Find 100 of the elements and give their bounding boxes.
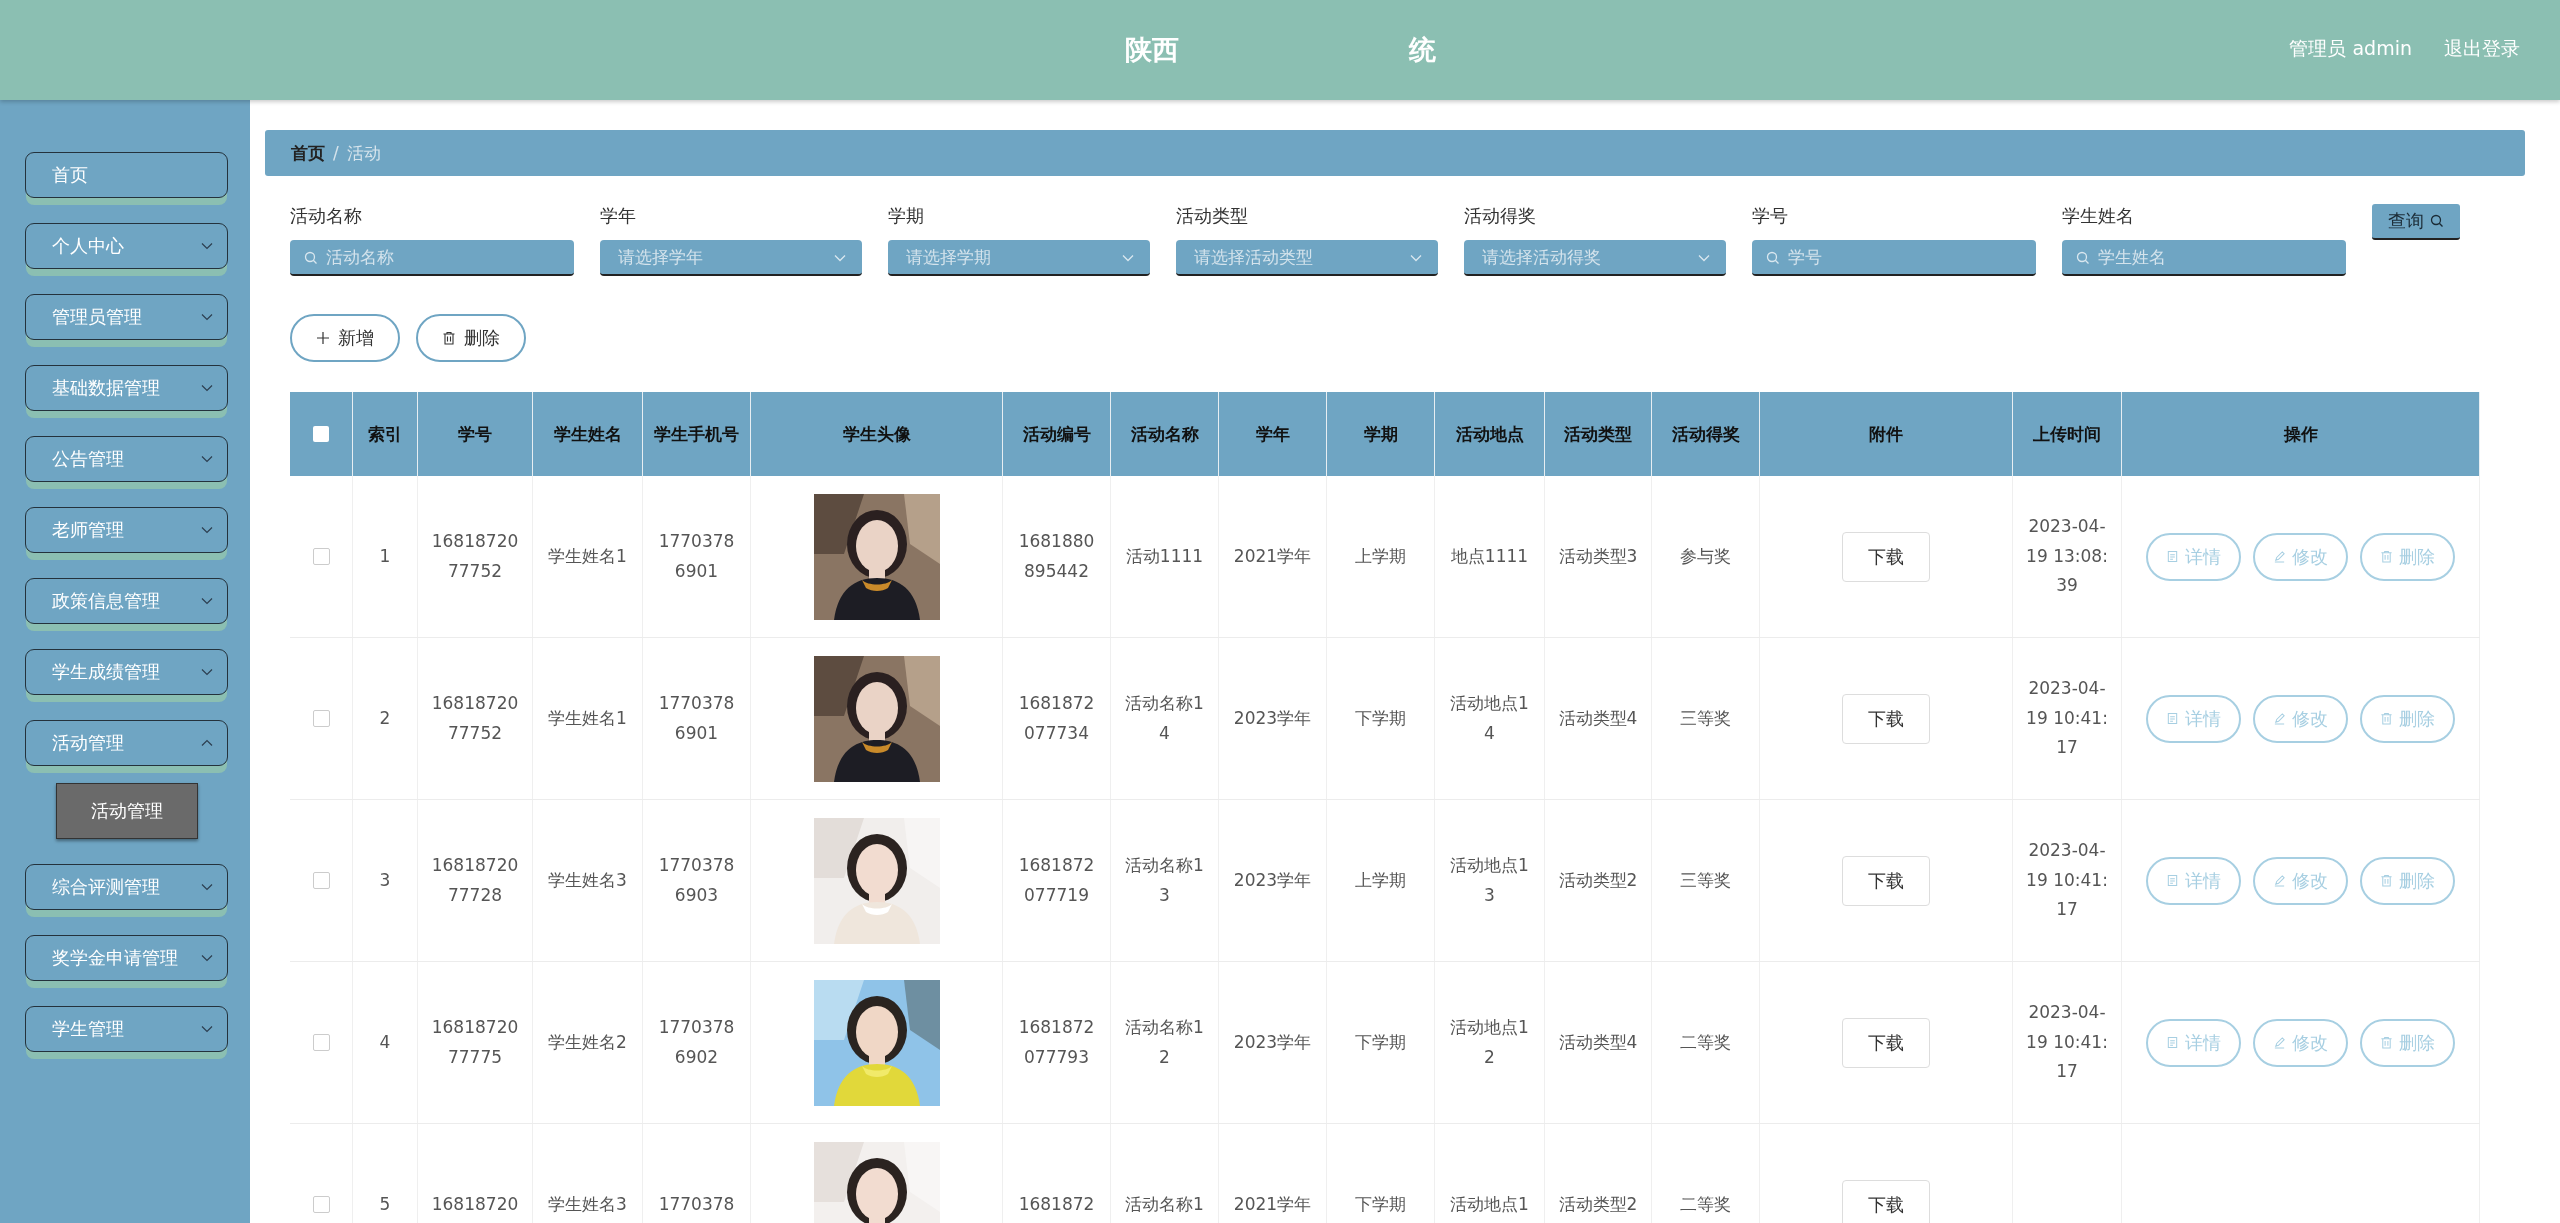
school-year-cell-text: 2023学年 <box>1233 1030 1312 1054</box>
edit-button[interactable]: 修改 <box>2253 532 2348 581</box>
semester-cell-text: 上学期 <box>1355 544 1406 568</box>
activity-name-cell-text: 活动名称14 <box>1124 691 1205 745</box>
column-header: 活动得奖 <box>1671 422 1740 446</box>
column-header: 学期 <box>1363 422 1398 446</box>
column-header: 活动地点 <box>1455 422 1524 446</box>
activity-id-cell-text: 1681872 <box>1018 1192 1095 1216</box>
filter-label: 学年 <box>600 204 637 228</box>
award-cell-text: 三等奖 <box>1680 706 1731 730</box>
column-header: 索引 <box>368 422 402 446</box>
delete-button[interactable]: 删除 <box>2360 694 2455 743</box>
select-field[interactable]: 请选择学年 <box>600 240 862 276</box>
search-button[interactable]: 查询 <box>2372 204 2460 240</box>
upload-time-cell-text: 2023-04-19 13:08:39 <box>2025 514 2109 598</box>
semester-cell-text: 下学期 <box>1355 1192 1406 1216</box>
student-id-cell-text: 1681872077775 <box>430 1015 520 1069</box>
school-year-cell-text: 2023学年 <box>1233 868 1312 892</box>
student-name-cell-text: 学生姓名1 <box>548 544 627 568</box>
select-field[interactable]: 请选择活动类型 <box>1176 240 1438 276</box>
download-button[interactable]: 下载 <box>1842 1017 1930 1068</box>
add-button[interactable]: 新增 <box>290 314 400 362</box>
upload-time-cell-text: 2023-04-19 10:41:17 <box>2025 676 2109 760</box>
activity-id-cell-text: 1681872077734 <box>1017 691 1096 745</box>
column-header: 上传时间 <box>2033 422 2101 446</box>
select-field[interactable]: 请选择活动得奖 <box>1464 240 1726 276</box>
award-cell-text: 二等奖 <box>1680 1030 1731 1054</box>
phone-cell-text: 17703786903 <box>657 853 736 907</box>
filter-label: 活动类型 <box>1176 204 1249 228</box>
detail-button[interactable]: 详情 <box>2146 694 2241 743</box>
select-field[interactable]: 请选择学期 <box>888 240 1150 276</box>
edit-button[interactable]: 修改 <box>2253 694 2348 743</box>
column-header: 活动编号 <box>1022 422 1091 446</box>
edit-button[interactable]: 修改 <box>2253 856 2348 905</box>
delete-button[interactable]: 删除 <box>2360 1018 2455 1067</box>
submenu-item[interactable]: 活动管理 <box>55 783 198 839</box>
filter-label: 活动得奖 <box>1464 204 1537 228</box>
user-label: 管理员 admin <box>2289 36 2412 61</box>
index-cell-text: 4 <box>379 1030 391 1054</box>
semester-cell-text: 上学期 <box>1355 868 1406 892</box>
student-name-cell-text: 学生姓名2 <box>548 1030 627 1054</box>
student-id-cell-text: 1681872077752 <box>430 691 520 745</box>
phone-cell-text: 17703786901 <box>657 529 736 583</box>
download-button[interactable]: 下载 <box>1842 1179 1930 1223</box>
download-button[interactable]: 下载 <box>1842 531 1930 582</box>
school-year-cell-text: 2021学年 <box>1233 1192 1312 1216</box>
activity-name-cell-text: 活动名称1 <box>1125 1192 1204 1216</box>
detail-button[interactable]: 详情 <box>2146 856 2241 905</box>
edit-button[interactable]: 修改 <box>2253 1018 2348 1067</box>
search-field[interactable]: 学生姓名 <box>2062 240 2346 276</box>
index-cell-text: 2 <box>379 706 391 730</box>
school-year-cell-text: 2021学年 <box>1233 544 1312 568</box>
semester-cell-text: 下学期 <box>1355 1030 1406 1054</box>
column-header: 学号 <box>458 422 492 446</box>
column-header: 活动名称 <box>1130 422 1199 446</box>
filter-label: 活动名称 <box>290 204 363 228</box>
delete-button[interactable]: 删除 <box>2360 856 2455 905</box>
student-id-cell-text: 1681872077752 <box>430 529 520 583</box>
logout-link[interactable]: 退出登录 <box>2444 36 2520 62</box>
activity-name-cell-text: 活动名称13 <box>1124 853 1205 907</box>
school-year-cell-text: 2023学年 <box>1233 706 1312 730</box>
location-cell-text: 地点1111 <box>1450 544 1529 568</box>
activity-id-cell-text: 1681872077719 <box>1017 853 1096 907</box>
location-cell-text: 活动地点1 <box>1450 1192 1529 1216</box>
download-button[interactable]: 下载 <box>1842 693 1930 744</box>
student-name-cell-text: 学生姓名3 <box>548 868 627 892</box>
student-id-cell-text: 16818720 <box>431 1192 519 1216</box>
index-cell-text: 3 <box>379 868 391 892</box>
column-header: 附件 <box>1869 422 1903 446</box>
upload-time-cell-text: 2023-04-19 10:41:17 <box>2025 838 2109 922</box>
activity-id-cell-text: 1681872077793 <box>1017 1015 1096 1069</box>
column-header: 学生姓名 <box>553 422 622 446</box>
column-header: 学年 <box>1255 422 1290 446</box>
activity-id-cell-text: 1681880895442 <box>1017 529 1096 583</box>
delete-button[interactable]: 删除 <box>416 314 526 362</box>
delete-button[interactable]: 删除 <box>2360 532 2455 581</box>
student-name-cell-text: 学生姓名3 <box>548 1192 627 1216</box>
detail-button[interactable]: 详情 <box>2146 1018 2241 1067</box>
search-field[interactable]: 学号 <box>1752 240 2036 276</box>
system-title: 统 <box>1408 33 1436 67</box>
column-header: 学生头像 <box>842 422 911 446</box>
upload-time-cell-text: 2023-04-19 10:41:17 <box>2025 1000 2109 1084</box>
filter-label: 学号 <box>1752 204 1789 228</box>
activity-name-cell-text: 活动1111 <box>1125 544 1204 568</box>
search-field[interactable]: 活动名称 <box>290 240 574 276</box>
column-header: 操作 <box>2283 422 2318 446</box>
filter-label: 学生姓名 <box>2062 204 2135 228</box>
detail-button[interactable]: 详情 <box>2146 532 2241 581</box>
activity-type-cell-text: 活动类型4 <box>1558 1030 1638 1054</box>
student-name-cell-text: 学生姓名1 <box>548 706 627 730</box>
award-cell-text: 参与奖 <box>1680 544 1731 568</box>
download-button[interactable]: 下载 <box>1842 855 1930 906</box>
filter-label: 学期 <box>888 204 925 228</box>
location-cell-text: 活动地点13 <box>1449 853 1530 907</box>
breadcrumb-item[interactable]: 首页 <box>291 141 325 165</box>
award-cell-text: 三等奖 <box>1680 868 1731 892</box>
breadcrumb-item: / <box>333 143 339 163</box>
activity-type-cell-text: 活动类型3 <box>1558 544 1638 568</box>
system-title: 陕西 <box>1124 33 1179 67</box>
column-header: 活动类型 <box>1564 422 1632 446</box>
